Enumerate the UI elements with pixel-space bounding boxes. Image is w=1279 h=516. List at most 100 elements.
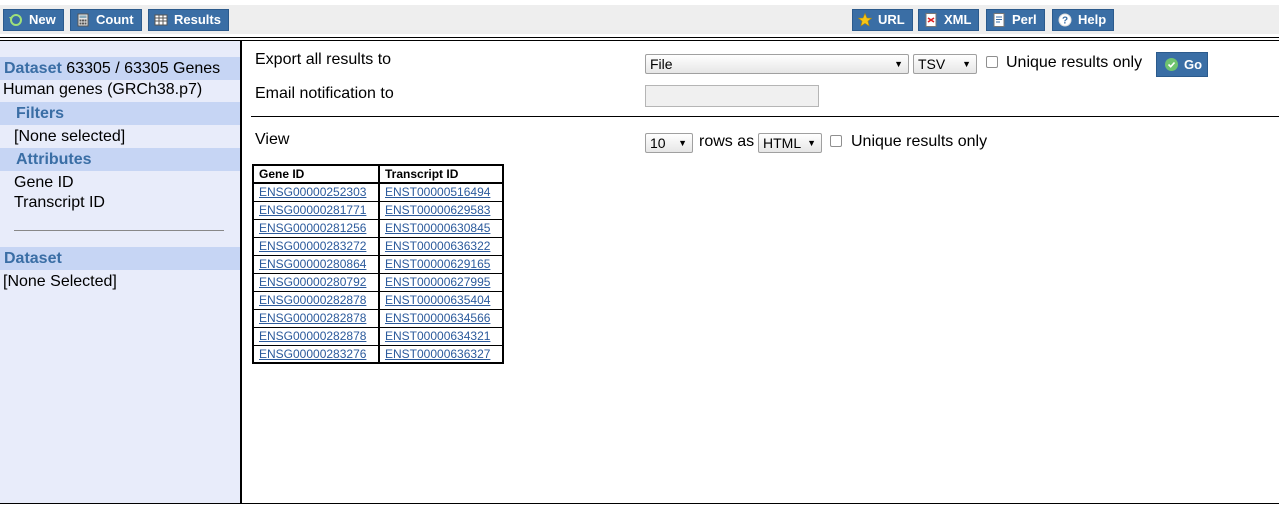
help-button[interactable]: ? Help [1052,9,1115,31]
view-label: View [255,131,290,148]
gene-id-cell: ENSG00000280792 [252,272,380,292]
new-button-label: New [29,12,56,27]
sidebar-dataset-key: Dataset [4,60,62,77]
export-format-select[interactable]: TSV ▼ [913,54,977,74]
gene-id-link[interactable]: ENSG00000282878 [259,293,366,307]
sidebar-dataset-name[interactable]: Human genes (GRCh38.p7) [3,80,202,100]
transcript-id-cell: ENST00000634566 [378,308,504,328]
url-button-label: URL [878,12,905,27]
results-button[interactable]: Results [148,9,229,31]
gene-id-cell: ENSG00000282878 [252,308,380,328]
results-table: Gene ID Transcript ID ENSG00000252303 ENS… [252,164,504,364]
gene-id-link[interactable]: ENSG00000282878 [259,311,366,325]
toolbar: New Count Results URL XML Perl ? Help [0,0,1279,37]
gene-id-link[interactable]: ENSG00000281771 [259,203,366,217]
gene-id-link[interactable]: ENSG00000283272 [259,239,366,253]
perl-button-label: Perl [1012,12,1037,27]
email-field[interactable] [645,85,819,107]
xml-file-icon [924,13,938,27]
view-format-select[interactable]: HTML ▼ [758,133,822,153]
transcript-id-cell: ENST00000627995 [378,272,504,292]
sidebar-attribute-item[interactable]: Gene ID [14,173,74,193]
chevron-down-icon: ▼ [807,138,816,148]
table-row: ENSG00000282878 ENST00000634566 [252,308,504,328]
count-button[interactable]: Count [70,9,142,31]
column-header-transcript-id: Transcript ID [378,164,504,184]
export-label: Export all results to [255,51,392,68]
rows-as-label: rows as [699,133,755,150]
footer-divider [0,503,1279,504]
sidebar-dataset-header[interactable]: Dataset 63305 / 63305 Genes [0,57,240,80]
view-unique-label: Unique results only [851,133,988,150]
export-destination-select[interactable]: File ▼ [645,54,909,74]
gene-id-cell: ENSG00000283272 [252,236,380,256]
transcript-id-link[interactable]: ENST00000629165 [385,257,490,271]
transcript-id-link[interactable]: ENST00000630845 [385,221,490,235]
export-unique-label: Unique results only [1006,54,1143,71]
sidebar-dataset2-value[interactable]: [None Selected] [3,272,117,292]
transcript-id-link[interactable]: ENST00000627995 [385,275,490,289]
help-button-label: Help [1078,12,1107,27]
xml-button[interactable]: XML [918,9,980,31]
chevron-down-icon: ▼ [962,59,971,69]
transcript-id-link[interactable]: ENST00000635404 [385,293,490,307]
count-button-label: Count [96,12,134,27]
gene-id-link[interactable]: ENSG00000283276 [259,347,366,361]
header-divider [0,37,1279,38]
refresh-icon [9,13,23,27]
view-unique-checkbox[interactable] [830,135,842,147]
transcript-id-link[interactable]: ENST00000629583 [385,203,490,217]
gene-id-cell: ENSG00000280864 [252,254,380,274]
sidebar-attribute-item[interactable]: Transcript ID [14,193,105,213]
transcript-id-link[interactable]: ENST00000636322 [385,239,490,253]
script-file-icon [992,13,1006,27]
transcript-id-link[interactable]: ENST00000634566 [385,311,490,325]
table-header-row: Gene ID Transcript ID [252,164,504,184]
gene-id-cell: ENSG00000283276 [252,344,380,364]
transcript-id-cell: ENST00000635404 [378,290,504,310]
export-format-value: TSV [918,56,946,72]
sidebar-filters-header[interactable]: Filters [0,102,240,125]
table-row: ENSG00000283276 ENST00000636327 [252,344,504,364]
transcript-id-cell: ENST00000629165 [378,254,504,274]
perl-button[interactable]: Perl [986,9,1045,31]
gene-id-link[interactable]: ENSG00000281256 [259,221,366,235]
sidebar-divider [14,230,224,231]
export-unique-checkbox[interactable] [986,56,998,68]
table-row: ENSG00000282878 ENST00000634321 [252,326,504,346]
transcript-id-link[interactable]: ENST00000634321 [385,329,490,343]
new-button[interactable]: New [3,9,64,31]
sidebar-filters-value[interactable]: [None selected] [14,127,125,147]
transcript-id-link[interactable]: ENST00000516494 [385,185,490,199]
transcript-id-cell: ENST00000634321 [378,326,504,346]
email-label: Email notification to [255,85,394,102]
gene-id-link[interactable]: ENSG00000280864 [259,257,366,271]
gene-id-link[interactable]: ENSG00000280792 [259,275,366,289]
table-row: ENSG00000280792 ENST00000627995 [252,272,504,292]
table-icon [154,13,168,27]
gene-id-cell: ENSG00000282878 [252,290,380,310]
table-row: ENSG00000281256 ENST00000630845 [252,218,504,238]
gene-id-link[interactable]: ENSG00000252303 [259,185,366,199]
help-icon: ? [1058,13,1072,27]
transcript-id-cell: ENST00000630845 [378,218,504,238]
gene-id-cell: ENSG00000252303 [252,182,380,202]
table-row: ENSG00000282878 ENST00000635404 [252,290,504,310]
sidebar-dataset2-header[interactable]: Dataset [0,247,240,270]
url-button[interactable]: URL [852,9,913,31]
star-icon [857,12,873,27]
section-divider [251,116,1279,117]
sidebar-dataset-count: 63305 / 63305 Genes [66,60,221,77]
gene-id-link[interactable]: ENSG00000282878 [259,329,366,343]
view-format-value: HTML [763,135,802,151]
transcript-id-cell: ENST00000516494 [378,182,504,202]
sidebar-attributes-header[interactable]: Attributes [0,148,240,171]
table-row: ENSG00000281771 ENST00000629583 [252,200,504,220]
table-row: ENSG00000252303 ENST00000516494 [252,182,504,202]
svg-text:?: ? [1062,16,1068,27]
view-rows-select[interactable]: 10 ▼ [645,133,693,153]
chevron-down-icon: ▼ [678,138,687,148]
go-button[interactable]: Go [1156,52,1208,77]
transcript-id-link[interactable]: ENST00000636327 [385,347,490,361]
column-header-gene-id: Gene ID [252,164,380,184]
